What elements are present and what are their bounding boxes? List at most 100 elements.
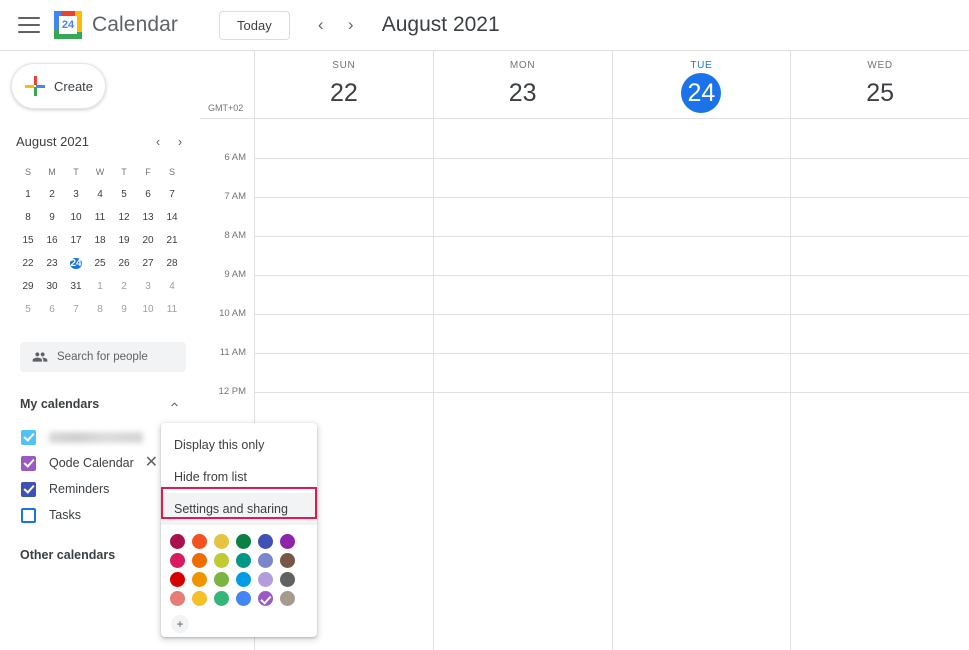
create-button[interactable]: Create xyxy=(11,63,106,109)
color-swatch[interactable] xyxy=(170,572,185,587)
mini-calendar-day[interactable]: 2 xyxy=(112,275,136,298)
mini-calendar-prev-button[interactable]: ‹ xyxy=(147,130,169,152)
hour-gridline xyxy=(254,353,969,354)
color-swatch[interactable] xyxy=(192,553,207,568)
color-swatch[interactable] xyxy=(170,553,185,568)
mini-calendar-day[interactable]: 23 xyxy=(40,252,64,275)
google-calendar-logo-icon[interactable]: 24 xyxy=(54,11,82,39)
day-number[interactable]: 25 xyxy=(860,73,900,113)
mini-calendar-day[interactable]: 17 xyxy=(64,229,88,252)
today-button[interactable]: Today xyxy=(219,10,290,40)
mini-calendar-day[interactable]: 30 xyxy=(40,275,64,298)
mini-calendar-day[interactable]: 16 xyxy=(40,229,64,252)
chevron-up-icon[interactable] xyxy=(162,392,186,416)
calendar-checkbox[interactable] xyxy=(21,455,36,471)
mini-calendar-day[interactable]: 5 xyxy=(112,183,136,206)
calendar-checkbox[interactable] xyxy=(21,481,36,497)
color-swatch[interactable] xyxy=(192,591,207,606)
mini-calendar-day[interactable]: 31 xyxy=(64,275,88,298)
mini-calendar-day[interactable]: 22 xyxy=(16,252,40,275)
mini-calendar-day[interactable]: 18 xyxy=(88,229,112,252)
color-swatch[interactable] xyxy=(236,572,251,587)
mini-calendar-day[interactable]: 1 xyxy=(16,183,40,206)
color-swatch[interactable] xyxy=(236,534,251,549)
color-swatch[interactable] xyxy=(192,572,207,587)
search-for-people[interactable] xyxy=(20,342,186,372)
mini-calendar-day[interactable]: 8 xyxy=(16,206,40,229)
color-swatch[interactable] xyxy=(214,591,229,606)
color-swatch[interactable] xyxy=(214,534,229,549)
color-swatch[interactable] xyxy=(258,553,273,568)
day-number[interactable]: 22 xyxy=(324,73,364,113)
mini-calendar-day[interactable]: 1 xyxy=(88,275,112,298)
mini-calendar-day[interactable]: 11 xyxy=(160,298,184,321)
color-swatch[interactable] xyxy=(258,534,273,549)
mini-calendar-day[interactable]: 25 xyxy=(88,252,112,275)
color-swatch[interactable] xyxy=(280,534,295,549)
color-swatch[interactable] xyxy=(214,572,229,587)
color-swatch[interactable] xyxy=(280,572,295,587)
color-picker-grid xyxy=(170,534,302,610)
mini-calendar-next-button[interactable]: › xyxy=(169,130,191,152)
mini-calendar-day[interactable]: 29 xyxy=(16,275,40,298)
mini-calendar-day[interactable]: 11 xyxy=(88,206,112,229)
mini-calendar-day[interactable]: 3 xyxy=(64,183,88,206)
context-menu-item[interactable]: Settings and sharing xyxy=(161,493,317,525)
mini-calendar-day[interactable]: 26 xyxy=(112,252,136,275)
mini-calendar-day[interactable]: 12 xyxy=(112,206,136,229)
mini-week-row: 8 9 10 11 12 13 14 xyxy=(16,206,184,229)
next-period-button[interactable]: › xyxy=(336,10,366,40)
mini-calendar-day[interactable]: 7 xyxy=(160,183,184,206)
day-header[interactable]: WED 25 xyxy=(790,51,969,119)
day-header[interactable]: MON 23 xyxy=(432,51,612,119)
mini-calendar-day[interactable]: 2 xyxy=(40,183,64,206)
color-swatch[interactable] xyxy=(170,534,185,549)
color-swatch[interactable] xyxy=(170,591,185,606)
day-number[interactable]: 23 xyxy=(503,73,543,113)
mini-calendar-day[interactable]: 7 xyxy=(64,298,88,321)
mini-calendar-day[interactable]: 9 xyxy=(112,298,136,321)
context-menu-item[interactable]: Display this only xyxy=(161,429,317,461)
calendar-checkbox[interactable] xyxy=(21,429,36,445)
mini-calendar-day[interactable]: 3 xyxy=(136,275,160,298)
my-calendars-header[interactable]: My calendars xyxy=(0,394,200,414)
mini-calendar-day[interactable]: 10 xyxy=(136,298,160,321)
color-swatch[interactable] xyxy=(258,572,273,587)
add-custom-color-button[interactable]: + xyxy=(171,615,189,633)
color-swatch-selected[interactable] xyxy=(258,591,273,606)
mini-calendar-day[interactable]: 13 xyxy=(136,206,160,229)
mini-calendar-day[interactable]: 6 xyxy=(136,183,160,206)
mini-calendar-day[interactable]: 19 xyxy=(112,229,136,252)
color-swatch[interactable] xyxy=(236,553,251,568)
previous-period-button[interactable]: ‹ xyxy=(306,10,336,40)
mini-calendar-day[interactable]: 15 xyxy=(16,229,40,252)
mini-calendar-month: August 2021 xyxy=(16,133,90,149)
color-swatch[interactable] xyxy=(214,553,229,568)
mini-calendar-day[interactable]: 27 xyxy=(136,252,160,275)
mini-calendar-body: 1 2 3 4 5 6 7 8 9 10 11 12 13 14 15 16 17 18 19 20 21 22 23 24 2… xyxy=(16,183,184,321)
day-header[interactable]: SUN 22 xyxy=(254,51,433,119)
close-icon[interactable]: ✕ xyxy=(145,455,158,471)
context-menu-item[interactable]: Hide from list xyxy=(161,461,317,493)
mini-calendar-day[interactable]: 4 xyxy=(88,183,112,206)
mini-calendar-day[interactable]: 14 xyxy=(160,206,184,229)
mini-calendar-day-today[interactable]: 24 xyxy=(64,252,88,275)
mini-calendar-day[interactable]: 28 xyxy=(160,252,184,275)
search-people-input[interactable] xyxy=(57,351,167,363)
color-swatch[interactable] xyxy=(192,534,207,549)
mini-calendar-day[interactable]: 9 xyxy=(40,206,64,229)
mini-calendar-day[interactable]: 8 xyxy=(88,298,112,321)
day-header-today[interactable]: TUE 24 xyxy=(611,51,791,119)
calendar-checkbox[interactable] xyxy=(21,507,36,523)
mini-calendar-day[interactable]: 6 xyxy=(40,298,64,321)
mini-calendar-day[interactable]: 21 xyxy=(160,229,184,252)
mini-calendar-day[interactable]: 10 xyxy=(64,206,88,229)
hamburger-menu-icon[interactable] xyxy=(18,17,40,33)
color-swatch[interactable] xyxy=(236,591,251,606)
color-swatch[interactable] xyxy=(280,553,295,568)
mini-calendar-day[interactable]: 20 xyxy=(136,229,160,252)
mini-calendar-day[interactable]: 5 xyxy=(16,298,40,321)
color-swatch[interactable] xyxy=(280,591,295,606)
mini-calendar-day[interactable]: 4 xyxy=(160,275,184,298)
day-number[interactable]: 24 xyxy=(681,73,722,113)
